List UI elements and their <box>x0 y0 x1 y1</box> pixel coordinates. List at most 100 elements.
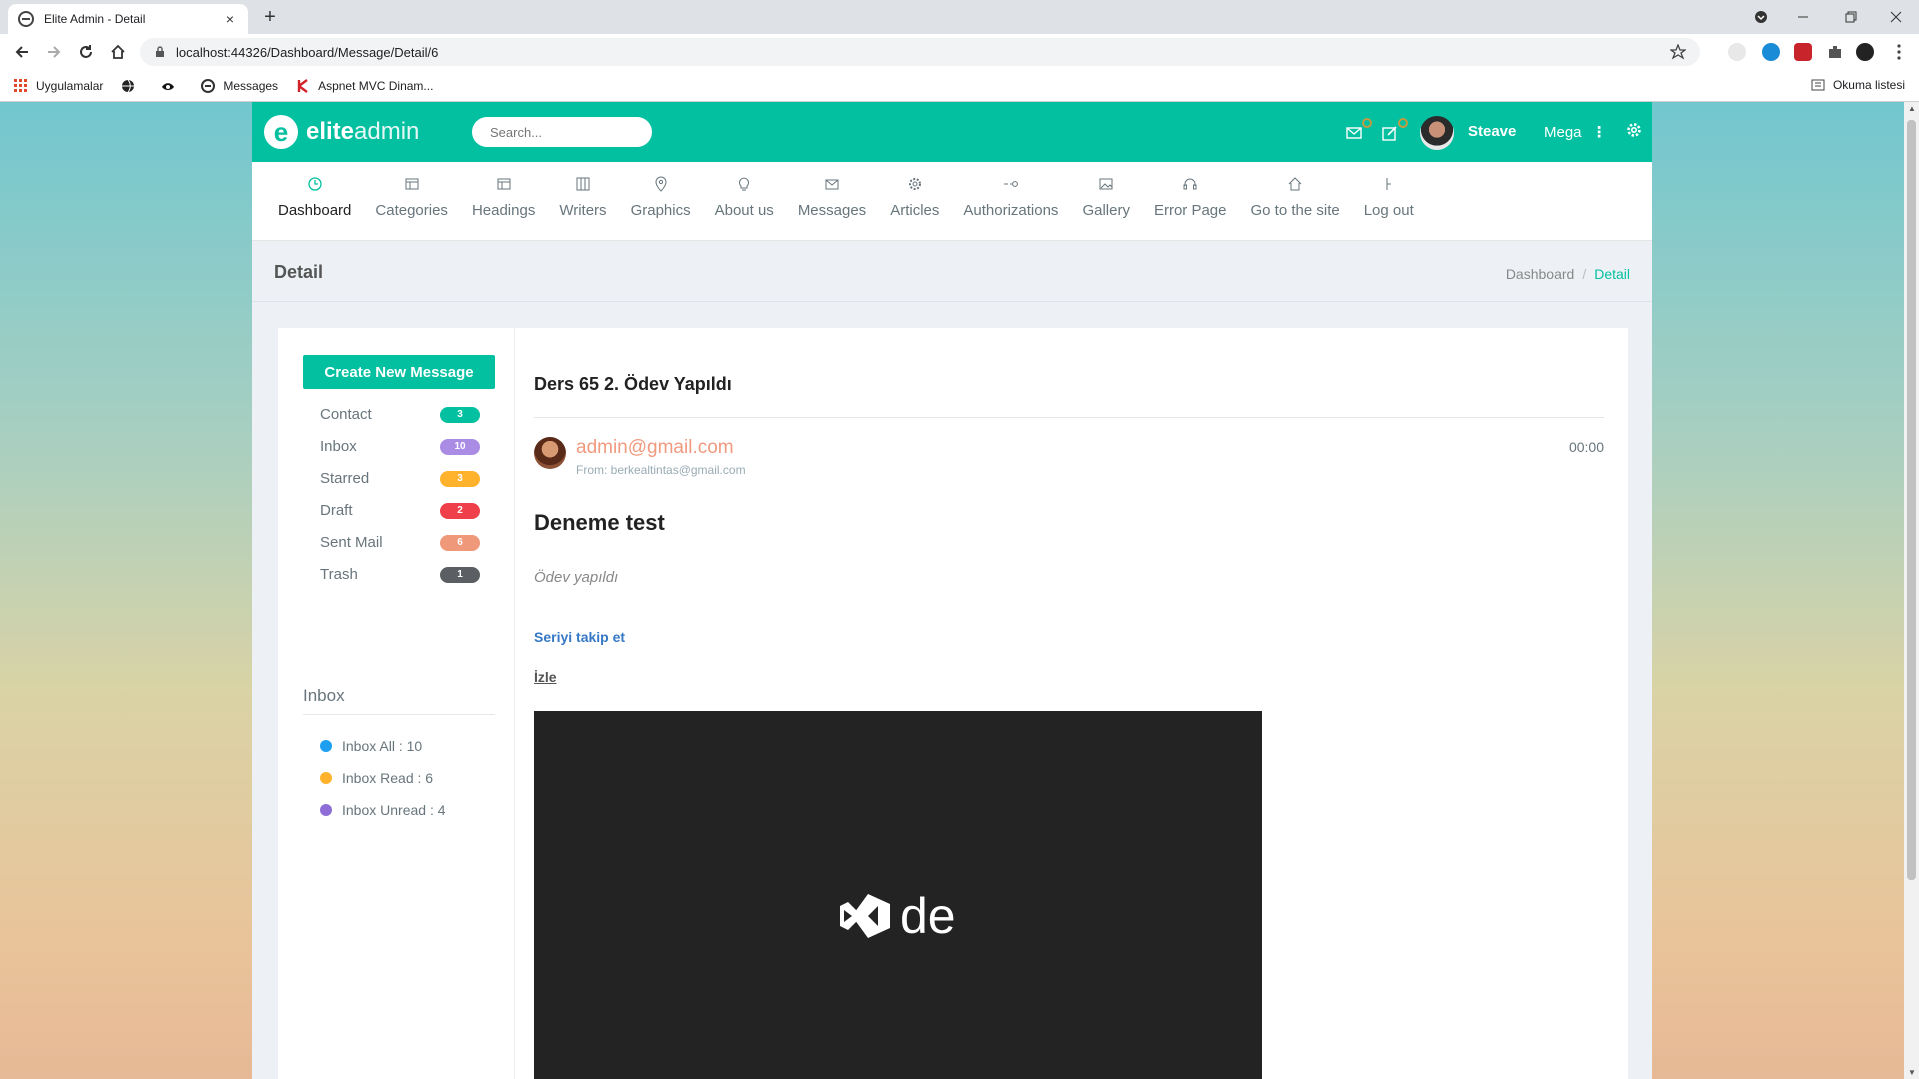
stat-label: Inbox Read : 6 <box>342 770 434 786</box>
elite-admin-app: e elite admin Steave Mega ⋮ <box>252 102 1652 1079</box>
reading-list-button[interactable]: Okuma listesi <box>1811 78 1905 92</box>
folder-label: Inbox <box>320 438 357 455</box>
nav-error-page[interactable]: Error Page <box>1142 162 1239 240</box>
tab-search-icon[interactable] <box>1738 0 1784 34</box>
columns-icon <box>576 177 590 191</box>
folder-inbox[interactable]: Inbox 10 <box>320 438 480 455</box>
nav-label: Categories <box>375 202 448 219</box>
scrollbar-thumb[interactable] <box>1907 120 1916 880</box>
inbox-all-stat[interactable]: Inbox All : 10 <box>320 738 422 754</box>
nav-log-out[interactable]: Log out <box>1352 162 1426 240</box>
folder-starred[interactable]: Starred 3 <box>320 470 480 487</box>
bookmark-star-icon[interactable] <box>1670 44 1686 60</box>
page-scrollbar[interactable]: ▲ ▼ <box>1904 102 1919 1079</box>
settings-gear-icon[interactable] <box>1626 122 1642 138</box>
image-icon <box>1099 178 1113 190</box>
home-icon <box>1288 177 1302 191</box>
new-tab-button[interactable]: + <box>258 5 282 29</box>
close-window-icon[interactable] <box>1873 0 1919 34</box>
breadcrumb-dashboard[interactable]: Dashboard <box>1506 266 1575 282</box>
folder-sent-mail[interactable]: Sent Mail 6 <box>320 534 480 551</box>
folder-contact[interactable]: Contact 3 <box>320 406 480 423</box>
browser-tab[interactable]: Elite Admin - Detail × <box>8 4 248 34</box>
back-icon[interactable] <box>10 40 34 64</box>
video-player[interactable]: de <box>534 711 1262 1079</box>
nav-label: Go to the site <box>1250 202 1340 219</box>
restore-icon[interactable] <box>1828 0 1874 34</box>
count-badge: 10 <box>440 438 480 455</box>
breadcrumb-current: Detail <box>1594 266 1630 282</box>
bookmark-label: Aspnet MVC Dinam... <box>318 78 434 93</box>
puzzle-icon[interactable] <box>1826 43 1844 61</box>
top-header: e elite admin Steave Mega ⋮ <box>252 102 1652 162</box>
bookmark-aspnet[interactable]: Aspnet MVC Dinam... <box>296 79 433 93</box>
folder-label: Contact <box>320 406 372 423</box>
bookmark-messages[interactable]: Messages <box>201 78 278 93</box>
browser-tab-bar: Elite Admin - Detail × + <box>0 0 1919 34</box>
extension-icon[interactable] <box>1728 43 1746 61</box>
nav-about-us[interactable]: About us <box>703 162 786 240</box>
mail-icon <box>825 179 839 190</box>
message-time: 00:00 <box>1568 439 1604 455</box>
nav-label: Error Page <box>1153 202 1227 219</box>
tab-close-icon[interactable]: × <box>222 11 238 27</box>
mega-menu-button[interactable]: Mega ⋮ <box>1544 123 1607 141</box>
user-avatar[interactable] <box>1420 116 1454 150</box>
inbox-unread-stat[interactable]: Inbox Unread : 4 <box>320 802 446 818</box>
sender-email[interactable]: admin@gmail.com <box>576 437 734 459</box>
nav-articles[interactable]: Articles <box>878 162 951 240</box>
bookmark-globe[interactable] <box>121 79 143 93</box>
nav-graphics[interactable]: Graphics <box>619 162 703 240</box>
bookmark-apps[interactable]: Uygulamalar <box>14 78 103 93</box>
messages-notification[interactable] <box>1346 118 1372 144</box>
bookmark-eye[interactable] <box>161 79 183 93</box>
stat-label: Inbox All : 10 <box>342 738 423 754</box>
nav-messages[interactable]: Messages <box>786 162 878 240</box>
tasks-notification[interactable] <box>1382 118 1408 144</box>
reading-list-label: Okuma listesi <box>1832 78 1905 92</box>
nav-gallery[interactable]: Gallery <box>1070 162 1142 240</box>
count-badge: 1 <box>440 566 480 583</box>
watch-link[interactable]: İzle <box>534 669 557 685</box>
mail-icon <box>1346 127 1362 139</box>
nav-label: Messages <box>797 202 867 219</box>
user-name[interactable]: Steave <box>1468 123 1516 140</box>
nav-headings[interactable]: Headings <box>460 162 547 240</box>
reload-icon[interactable] <box>74 40 98 64</box>
edit-icon <box>1382 126 1397 141</box>
create-message-button[interactable]: Create New Message <box>303 355 495 389</box>
home-icon[interactable] <box>106 40 130 64</box>
nav-writers[interactable]: Writers <box>547 162 618 240</box>
main-nav: Dashboard Categories Headings Writers Gr… <box>252 162 1652 241</box>
nav-label: Gallery <box>1082 202 1130 219</box>
site-logo[interactable]: e elite admin <box>264 115 419 149</box>
map-pin-icon <box>655 176 667 192</box>
scroll-down-icon[interactable]: ▼ <box>1908 1068 1916 1077</box>
extension-icon[interactable] <box>1762 43 1780 61</box>
profile-icon[interactable] <box>1856 43 1874 61</box>
nav-dashboard[interactable]: Dashboard <box>266 162 363 240</box>
nav-categories[interactable]: Categories <box>363 162 460 240</box>
folder-trash[interactable]: Trash 1 <box>320 566 480 583</box>
series-link[interactable]: Seriyi takip et <box>534 629 625 645</box>
minimize-icon[interactable] <box>1780 0 1826 34</box>
forward-icon[interactable] <box>42 40 66 64</box>
inbox-read-stat[interactable]: Inbox Read : 6 <box>320 770 433 786</box>
divider <box>534 417 1604 418</box>
folder-draft[interactable]: Draft 2 <box>320 502 480 519</box>
address-bar[interactable]: localhost:44326/Dashboard/Message/Detail… <box>140 38 1700 66</box>
from-address: From: berkealtintas@gmail.com <box>576 463 746 477</box>
sender-avatar <box>534 437 566 469</box>
nav-go-to-site[interactable]: Go to the site <box>1239 162 1352 240</box>
nav-authorizations[interactable]: Authorizations <box>951 162 1070 240</box>
nav-label: About us <box>714 202 774 219</box>
logo-text-bold: elite <box>306 118 355 145</box>
menu-dots-icon[interactable] <box>1890 43 1908 61</box>
message-detail: Ders 65 2. Ödev Yapıldı admin@gmail.com … <box>534 328 1604 1079</box>
logout-icon <box>1386 178 1391 190</box>
search-input[interactable] <box>490 124 666 140</box>
count-badge: 3 <box>440 470 480 487</box>
extension-icon[interactable] <box>1794 43 1812 61</box>
scroll-up-icon[interactable]: ▲ <box>1908 104 1916 113</box>
notification-dot <box>1362 118 1372 128</box>
